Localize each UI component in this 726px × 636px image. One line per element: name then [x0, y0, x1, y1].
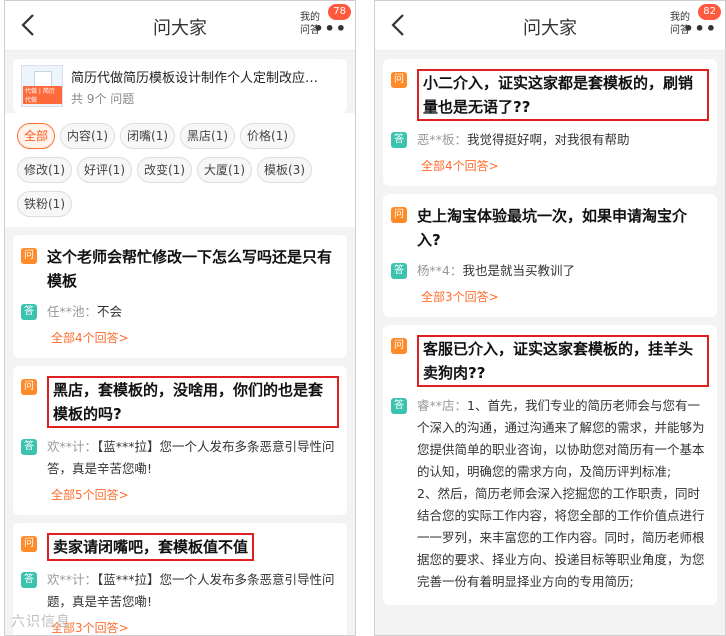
all-answers-link[interactable]: 全部3个回答> — [421, 288, 709, 305]
answer-text: 欢**计：【蓝***拉】您一个人发布多条恶意引导性问题，真是辛苦您嘞! — [47, 572, 335, 609]
question-card[interactable]: 问 黑店，套模板的，没啥用，你们的也是套模板的吗? 答 欢**计：【蓝***拉】… — [13, 366, 347, 515]
tag-all[interactable]: 全部 — [17, 123, 56, 149]
tag-shutup[interactable]: 闭嘴(1) — [120, 123, 176, 149]
tag-change[interactable]: 改变(1) — [137, 157, 192, 183]
tag-good-review[interactable]: 好评(1) — [77, 157, 132, 183]
right-screenshot: 问大家 我的 问答 ••• 82 问 小二介入，证实这家都是套模板的，刷销量也是无… — [374, 0, 726, 636]
question-text: 小二介入，证实这家都是套模板的，刷销量也是无语了?? — [417, 69, 709, 121]
notification-badge: 82 — [698, 4, 721, 20]
answer-text: 恶**板：我觉得挺好啊，对我很有帮助 — [417, 132, 630, 147]
filter-tags: 全部 内容(1) 闭嘴(1) 黑店(1) 价格(1) 修改(1) 好评(1) 改… — [5, 113, 355, 227]
answer-text: 欢**计：【蓝***拉】您一个人发布多条恶意引导性问答，真是辛苦您嘞! — [47, 439, 335, 476]
tag-content[interactable]: 内容(1) — [60, 123, 116, 149]
question-text: 史上淘宝体验最坑一次，如果申请淘宝介入? — [417, 207, 688, 249]
answer-icon: 答 — [21, 304, 37, 320]
tag-black-shop[interactable]: 黑店(1) — [180, 123, 236, 149]
all-answers-link[interactable]: 全部5个回答> — [51, 486, 339, 503]
question-icon: 问 — [391, 338, 407, 354]
product-thumbnail: 代做 | 简历代做 — [21, 65, 63, 107]
watermark: 六识信息 — [11, 614, 71, 630]
all-answers-link[interactable]: 全部3个回答> — [51, 619, 339, 635]
question-card[interactable]: 问 客服已介入，证实这家套模板的，挂羊头卖狗肉?? 答 睿**店：1、首先，我们… — [383, 325, 717, 605]
answer-icon: 答 — [21, 572, 37, 588]
answer-icon: 答 — [391, 263, 407, 279]
tag-template[interactable]: 模板(3) — [257, 157, 312, 183]
notification-badge: 78 — [328, 4, 351, 20]
question-card[interactable]: 问 这个老师会帮忙修改一下怎么写吗还是只有模板 答 任**池：不会 全部4个回答… — [13, 235, 347, 358]
top-bar: 问大家 我的 问答 ••• 78 — [5, 1, 355, 51]
top-bar: 问大家 我的 问答 ••• 82 — [375, 1, 725, 51]
tag-building[interactable]: 大厦(1) — [197, 157, 252, 183]
answer-text: 杨**4：我也是就当买教训了 — [417, 263, 575, 278]
question-icon: 问 — [21, 379, 37, 395]
question-text: 黑店，套模板的，没啥用，你们的也是套模板的吗? — [47, 376, 339, 428]
question-count: 共 9个 问题 — [71, 92, 135, 106]
answer-icon: 答 — [21, 439, 37, 455]
left-screenshot: 问大家 我的 问答 ••• 78 代做 | 简历代做 简历代做简历模板设计制作个人… — [4, 0, 356, 636]
answer-icon: 答 — [391, 398, 407, 414]
more-icon[interactable]: ••• — [683, 19, 717, 38]
question-card[interactable]: 问 史上淘宝体验最坑一次，如果申请淘宝介入? 答 杨**4：我也是就当买教训了 … — [383, 194, 717, 317]
question-icon: 问 — [391, 72, 407, 88]
answer-text: 睿**店：1、首先，我们专业的简历老师会与您有一个深入的沟通，通过沟通来了解您的… — [417, 398, 705, 589]
answer-icon: 答 — [391, 132, 407, 148]
question-icon: 问 — [21, 248, 37, 264]
tag-modify[interactable]: 修改(1) — [17, 157, 72, 183]
question-card[interactable]: 问 小二介入，证实这家都是套模板的，刷销量也是无语了?? 答 恶**板：我觉得挺… — [383, 59, 717, 186]
answer-text: 任**池：不会 — [47, 304, 123, 319]
question-text: 这个老师会帮忙修改一下怎么写吗还是只有模板 — [47, 248, 333, 290]
question-text: 客服已介入，证实这家套模板的，挂羊头卖狗肉?? — [417, 335, 709, 387]
all-answers-link[interactable]: 全部4个回答> — [421, 157, 709, 174]
all-answers-link[interactable]: 全部4个回答> — [51, 329, 339, 346]
tag-price[interactable]: 价格(1) — [240, 123, 296, 149]
product-summary[interactable]: 代做 | 简历代做 简历代做简历模板设计制作个人定制改应… 共 9个 问题 — [13, 59, 347, 113]
more-icon[interactable]: ••• — [313, 19, 347, 38]
question-icon: 问 — [21, 536, 37, 552]
tag-fan[interactable]: 铁粉(1) — [17, 191, 72, 217]
question-icon: 问 — [391, 207, 407, 223]
question-text: 卖家请闭嘴吧，套模板值不值 — [47, 533, 255, 561]
product-name: 简历代做简历模板设计制作个人定制改应… — [71, 71, 319, 86]
